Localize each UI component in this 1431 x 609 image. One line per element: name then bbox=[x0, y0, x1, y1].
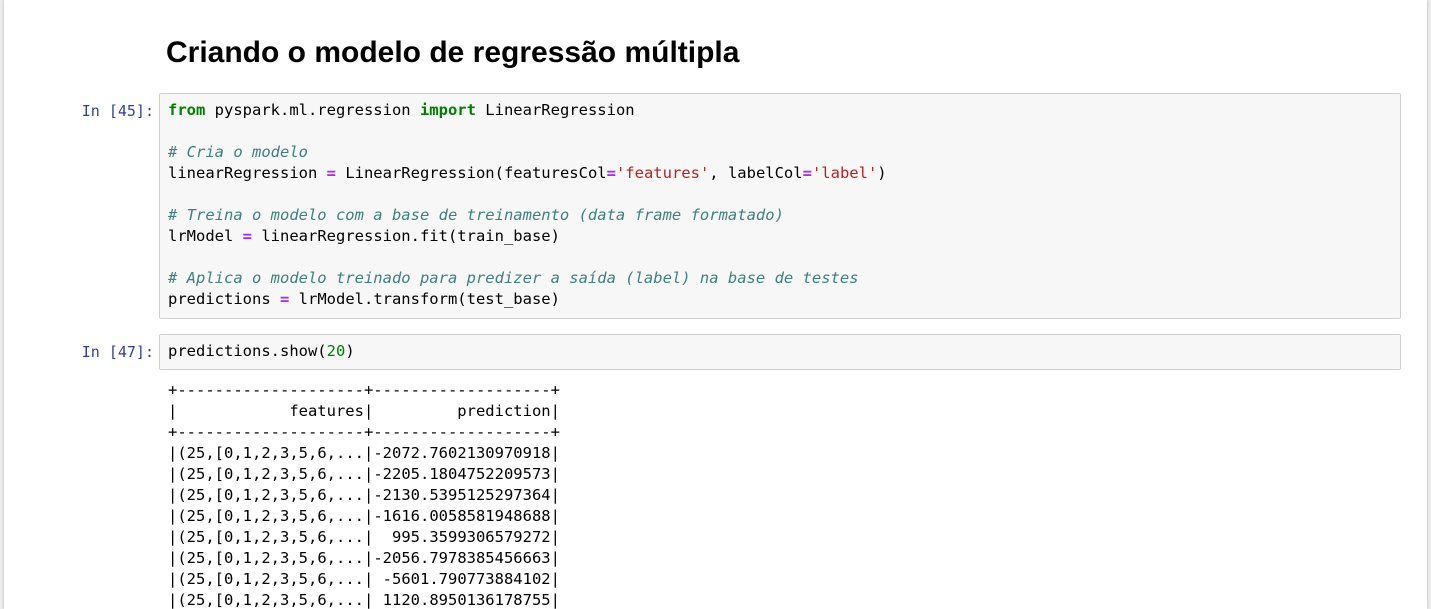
cell-45-code[interactable]: from pyspark.ml.regression import Linear… bbox=[168, 100, 1392, 310]
table-row: |(25,[0,1,2,3,5,6,...|-2205.180475220957… bbox=[168, 465, 560, 483]
code-line: linearRegression = LinearRegression(feat… bbox=[168, 163, 1392, 184]
code-token: # Treina o modelo com a base de treiname… bbox=[168, 206, 784, 224]
table-row: |(25,[0,1,2,3,5,6,...|-2072.760213097091… bbox=[168, 444, 560, 462]
code-token: LinearRegression(featuresCol bbox=[335, 164, 607, 182]
prediction-cell: -2072.7602130970918 bbox=[373, 444, 551, 462]
code-line: lrModel = linearRegression.fit(train_bas… bbox=[168, 226, 1392, 247]
code-token: lrModel bbox=[168, 227, 243, 245]
code-token: # Aplica o modelo treinado para predizer… bbox=[168, 269, 859, 287]
prediction-cell: -5601.790773884102 bbox=[373, 570, 551, 588]
prediction-cell: -1616.0058581948688 bbox=[373, 507, 551, 525]
code-token: 20 bbox=[326, 342, 346, 360]
features-cell: (25,[0,1,2,3,5,6,... bbox=[177, 486, 364, 504]
code-token: import bbox=[419, 101, 476, 119]
table-row: |(25,[0,1,2,3,5,6,...|-2130.539512529736… bbox=[168, 486, 560, 504]
code-token: , labelCol bbox=[709, 164, 803, 182]
code-token: # Cria o modelo bbox=[168, 143, 308, 161]
prediction-cell: 1120.8950136178755 bbox=[373, 591, 551, 609]
code-token: 'label' bbox=[811, 164, 878, 182]
code-token: = bbox=[326, 164, 336, 182]
code-token: from bbox=[168, 101, 206, 119]
code-token: = bbox=[606, 164, 616, 182]
code-token: ) bbox=[345, 342, 355, 360]
code-line: predictions = lrModel.transform(test_bas… bbox=[168, 289, 1392, 310]
table-row: |(25,[0,1,2,3,5,6,...| 1120.895013617875… bbox=[168, 591, 560, 609]
prediction-cell: -2056.7978385456663 bbox=[373, 549, 551, 567]
code-token: = bbox=[279, 290, 290, 308]
code-token: = bbox=[242, 227, 252, 245]
features-cell: (25,[0,1,2,3,5,6,... bbox=[177, 444, 364, 462]
features-cell: (25,[0,1,2,3,5,6,... bbox=[177, 570, 364, 588]
code-line: predictions.show(20) bbox=[168, 341, 1392, 362]
section-heading: Criando o modelo de regressão múltipla bbox=[166, 36, 740, 69]
features-cell: (25,[0,1,2,3,5,6,... bbox=[177, 528, 364, 546]
code-token: linearRegression bbox=[168, 164, 327, 182]
cell-47-prompt: In [47]: bbox=[81, 343, 154, 361]
cell-47-code[interactable]: predictions.show(20) bbox=[168, 341, 1392, 362]
code-line: # Treina o modelo com a base de treiname… bbox=[168, 205, 1392, 226]
code-line: # Aplica o modelo treinado para predizer… bbox=[168, 268, 1392, 289]
code-token: LinearRegression bbox=[475, 101, 635, 119]
code-token: ) bbox=[877, 164, 887, 182]
table-rows: |(25,[0,1,2,3,5,6,...|-2072.760213097091… bbox=[168, 443, 560, 609]
code-line: from pyspark.ml.regression import Linear… bbox=[168, 100, 1392, 121]
features-cell: (25,[0,1,2,3,5,6,... bbox=[177, 507, 364, 525]
table-border-top: +--------------------+------------------… bbox=[168, 381, 560, 399]
cell-45-prompt: In [45]: bbox=[81, 102, 154, 120]
table-row: |(25,[0,1,2,3,5,6,...| -5601.79077388410… bbox=[168, 570, 560, 588]
code-token: predictions bbox=[168, 290, 280, 308]
code-cell-45[interactable]: from pyspark.ml.regression import Linear… bbox=[159, 93, 1401, 319]
prediction-cell: 995.3599306579272 bbox=[373, 528, 551, 546]
features-cell: (25,[0,1,2,3,5,6,... bbox=[177, 591, 364, 609]
features-cell: (25,[0,1,2,3,5,6,... bbox=[177, 549, 364, 567]
code-token: = bbox=[802, 164, 812, 182]
table-border-mid: +--------------------+------------------… bbox=[168, 423, 560, 441]
code-token: lrModel.transform(test_base) bbox=[289, 290, 560, 308]
cell-47-output: +--------------------+------------------… bbox=[168, 380, 560, 609]
code-token: 'features' bbox=[615, 164, 710, 182]
table-row: |(25,[0,1,2,3,5,6,...|-1616.005858194868… bbox=[168, 507, 560, 525]
table-row: |(25,[0,1,2,3,5,6,...| 995.3599306579272… bbox=[168, 528, 560, 546]
code-token: predictions.show( bbox=[168, 342, 327, 360]
code-token: linearRegression.fit(train_base) bbox=[252, 227, 560, 245]
table-header: | features| prediction| bbox=[168, 402, 560, 420]
notebook-page: Criando o modelo de regressão múltipla I… bbox=[4, 0, 1427, 609]
prediction-cell: -2205.1804752209573 bbox=[373, 465, 551, 483]
code-line: # Cria o modelo bbox=[168, 142, 1392, 163]
code-token: pyspark.ml.regression bbox=[205, 101, 420, 119]
code-cell-47[interactable]: predictions.show(20) bbox=[159, 334, 1401, 370]
table-row: |(25,[0,1,2,3,5,6,...|-2056.797838545666… bbox=[168, 549, 560, 567]
features-cell: (25,[0,1,2,3,5,6,... bbox=[177, 465, 364, 483]
prediction-cell: -2130.5395125297364 bbox=[373, 486, 551, 504]
